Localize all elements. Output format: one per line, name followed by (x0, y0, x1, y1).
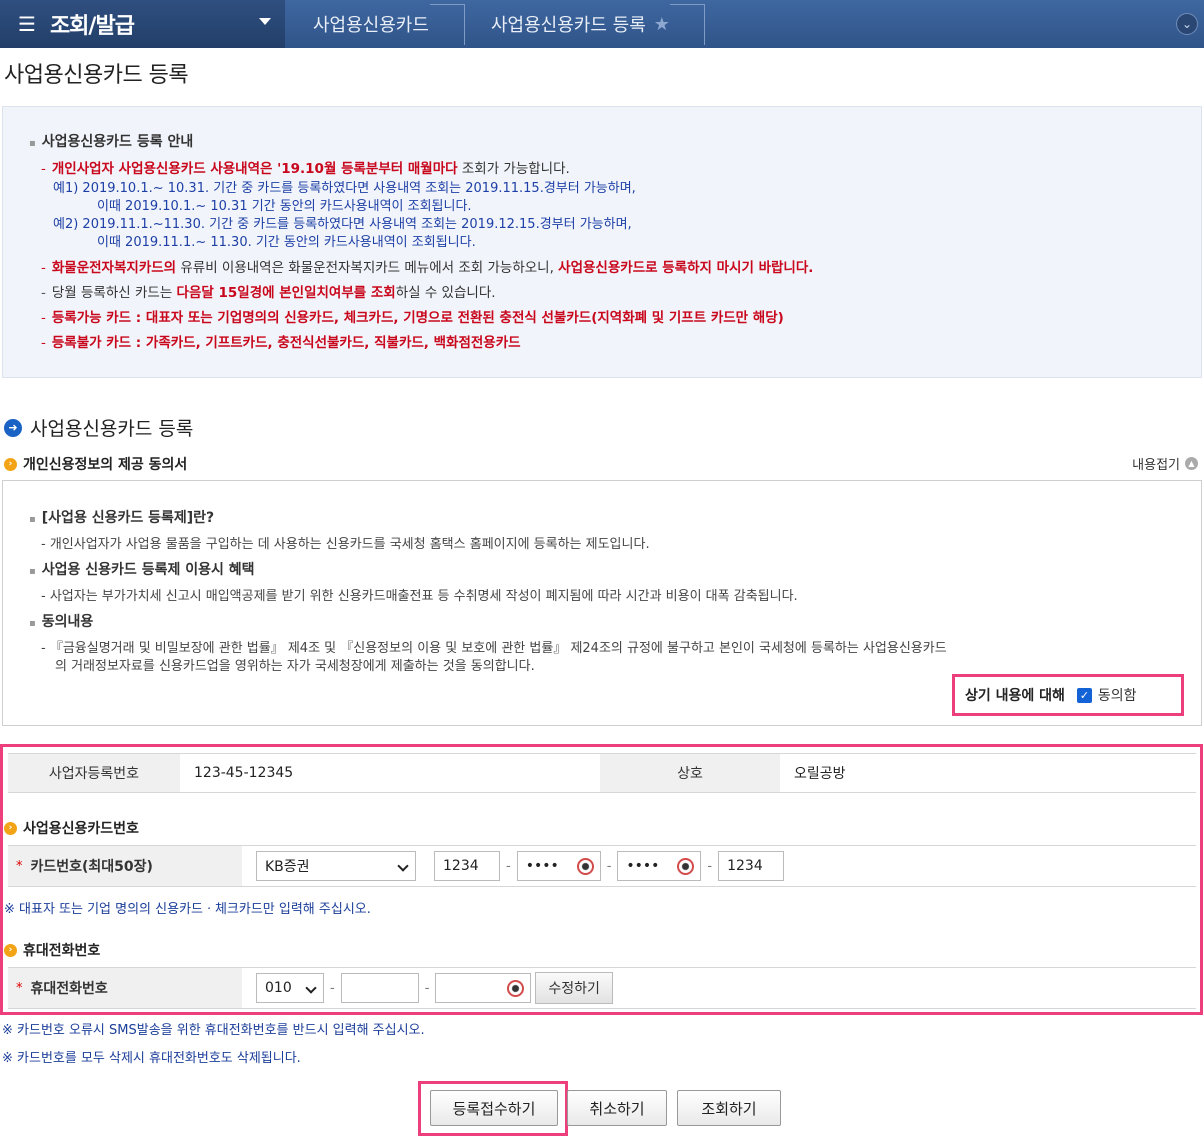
guide-line-4: - 등록가능 카드 : 대표자 또는 기업명의의 신용카드, 체크카드, 기명으로… (41, 310, 784, 326)
phone-section-title: › 휴대전화번호 (4, 940, 100, 960)
guide-line-5: - 등록불가 카드 : 가족카드, 기프트카드, 충전식선불카드, 직불카드, 백… (41, 335, 521, 351)
menu-title: 조회/발급 (49, 14, 135, 39)
eye-icon[interactable] (507, 980, 525, 997)
phone-row: * 휴대전화번호 010 - - 수정하기 (8, 967, 1196, 1009)
orange-arrow-icon: › (4, 943, 17, 957)
card-company-select[interactable]: KB증권 (256, 851, 416, 881)
sms-note: ※ 카드번호 오류시 SMS발송을 위한 휴대전화번호를 반드시 입력해 주십시… (2, 1023, 425, 1038)
guide-line-3: - 당월 등록하신 카드는 다음달 15일경에 본인일치여부를 조회하실 수 있습… (41, 285, 496, 301)
consent-h3: 동의내용 (29, 611, 94, 631)
card-label: * 카드번호(최대50장) (8, 846, 242, 886)
card-section-title: › 사업용신용카드번호 (4, 818, 139, 838)
phone-input-2[interactable] (340, 973, 419, 1003)
submit-button[interactable]: 등록접수하기 (430, 1090, 558, 1126)
hamburger-icon: ☰ (18, 12, 36, 36)
card-inputs: KB증권 1234 - •••• - •••• - 1234 (242, 846, 1196, 886)
consent-t3b: 의 거래정보자료를 신용카드업을 영위하는 자가 국세청장에게 제출하는 것을 … (55, 659, 535, 674)
breadcrumb-1[interactable]: 사업용신용카드 (285, 0, 463, 48)
guide-heading: 사업용신용카드 등록 안내 (29, 131, 193, 151)
consent-t1: - 개인사업자가 사업용 물품을 구입하는 데 사용하는 신용카드를 국세청 홈… (41, 537, 650, 552)
chevron-down-icon (305, 982, 317, 994)
fold-toggle[interactable]: 내용접기 ▲ (1132, 454, 1198, 473)
name-label: 상호 (600, 754, 780, 792)
phone-prefix-select[interactable]: 010 (256, 973, 324, 1003)
consent-h2: 사업용 신용카드 등록제 이용시 혜택 (29, 559, 255, 579)
section-title: ➜ 사업용신용카드 등록 (4, 414, 193, 441)
orange-arrow-icon: › (4, 457, 17, 471)
phone-inputs: 010 - - 수정하기 (242, 968, 1196, 1008)
circle-arrow-icon: ➜ (4, 418, 22, 437)
agree-box: 상기 내용에 대해 ✓ 동의함 (952, 674, 1184, 716)
card-input-2[interactable]: •••• (516, 851, 601, 881)
eye-icon[interactable] (576, 858, 594, 875)
biz-row: 사업자등록번호 123-45-12345 상호 오릴공방 (8, 753, 1196, 793)
breadcrumb-2-label: 사업용신용카드 등록 (491, 15, 646, 36)
guide-ex2a: 예2) 2019.11.1.~11.30. 기간 중 카드를 등록하였다면 사용… (53, 217, 632, 232)
guide-line-1: - 개인사업자 사업용신용카드 사용내역은 '19.10월 등록분부터 매월마다 … (41, 161, 570, 177)
page-title: 사업용신용카드 등록 (4, 63, 189, 88)
inquiry-button[interactable]: 조회하기 (677, 1090, 781, 1126)
guide-ex2b: 이때 2019.11.1.~ 11.30. 기간 동안의 카드사용내역이 조회됩… (97, 235, 476, 250)
eye-icon[interactable] (677, 858, 695, 875)
guide-line-2: - 화물운전자복지카드의 유류비 이용내역은 화물운전자복지카드 메뉴에서 조회 … (41, 260, 814, 276)
guide-box: 사업용신용카드 등록 안내 -개인사업자 사업용신용카드 사용내역은 '19.1… (2, 106, 1202, 378)
consent-title: › 개인신용정보의 제공 동의서 (4, 454, 187, 474)
consent-h1: [사업용 신용카드 등록제]란? (29, 507, 214, 527)
agree-checkbox-label[interactable]: 동의함 (1098, 685, 1137, 705)
guide-ex1b: 이때 2019.10.1.~ 10.31 기간 동안의 카드사용내역이 조회됩니… (97, 199, 472, 214)
star-icon[interactable]: ★ (654, 14, 670, 35)
chevron-down-icon[interactable]: ⌄ (1176, 13, 1198, 35)
card-row: * 카드번호(최대50장) KB증권 1234 - •••• - •••• - … (8, 845, 1196, 887)
consent-t2: - 사업자는 부가가치세 신고시 매입액공제를 받기 위한 신용카드매출전표 등… (41, 589, 798, 604)
menu-dropdown[interactable]: ☰ 조회/발급 (0, 0, 285, 48)
delete-note: ※ 카드번호를 모두 삭제시 휴대전화번호도 삭제됩니다. (2, 1051, 301, 1066)
card-note: ※ 대표자 또는 기업 명의의 신용카드ㆍ체크카드만 입력해 주십시오. (4, 902, 371, 917)
top-nav: ☰ 조회/발급 사업용신용카드 사업용신용카드 등록 ★ ⌄ (0, 0, 1204, 48)
phone-input-3[interactable] (435, 973, 532, 1003)
caret-down-icon (259, 18, 271, 25)
chevron-down-icon (397, 860, 409, 872)
biz-no-label: 사업자등록번호 (8, 754, 180, 792)
modify-button[interactable]: 수정하기 (535, 972, 613, 1004)
phone-label: * 휴대전화번호 (8, 968, 242, 1008)
required-asterisk: * (16, 980, 23, 996)
guide-ex1a: 예1) 2019.10.1.~ 10.31. 기간 중 카드를 등록하였다면 사… (53, 181, 636, 196)
breadcrumb-2[interactable]: 사업용신용카드 등록 ★ (463, 0, 703, 48)
orange-arrow-icon: › (4, 821, 17, 835)
card-input-3[interactable]: •••• (617, 851, 702, 881)
chevron-up-icon: ▲ (1185, 457, 1198, 470)
card-input-1[interactable]: 1234 (434, 851, 500, 881)
name-value: 오릴공방 (794, 766, 846, 782)
agree-checkbox[interactable]: ✓ (1076, 687, 1092, 703)
cancel-button[interactable]: 취소하기 (567, 1090, 667, 1126)
required-asterisk: * (16, 858, 23, 874)
breadcrumb-1-label: 사업용신용카드 (313, 15, 429, 36)
consent-t3a: - 『금융실명거래 및 비밀보장에 관한 법률』 제4조 및 『신용정보의 이용… (41, 641, 947, 656)
biz-no-value: 123-45-12345 (194, 765, 294, 781)
card-input-4[interactable]: 1234 (718, 851, 785, 881)
